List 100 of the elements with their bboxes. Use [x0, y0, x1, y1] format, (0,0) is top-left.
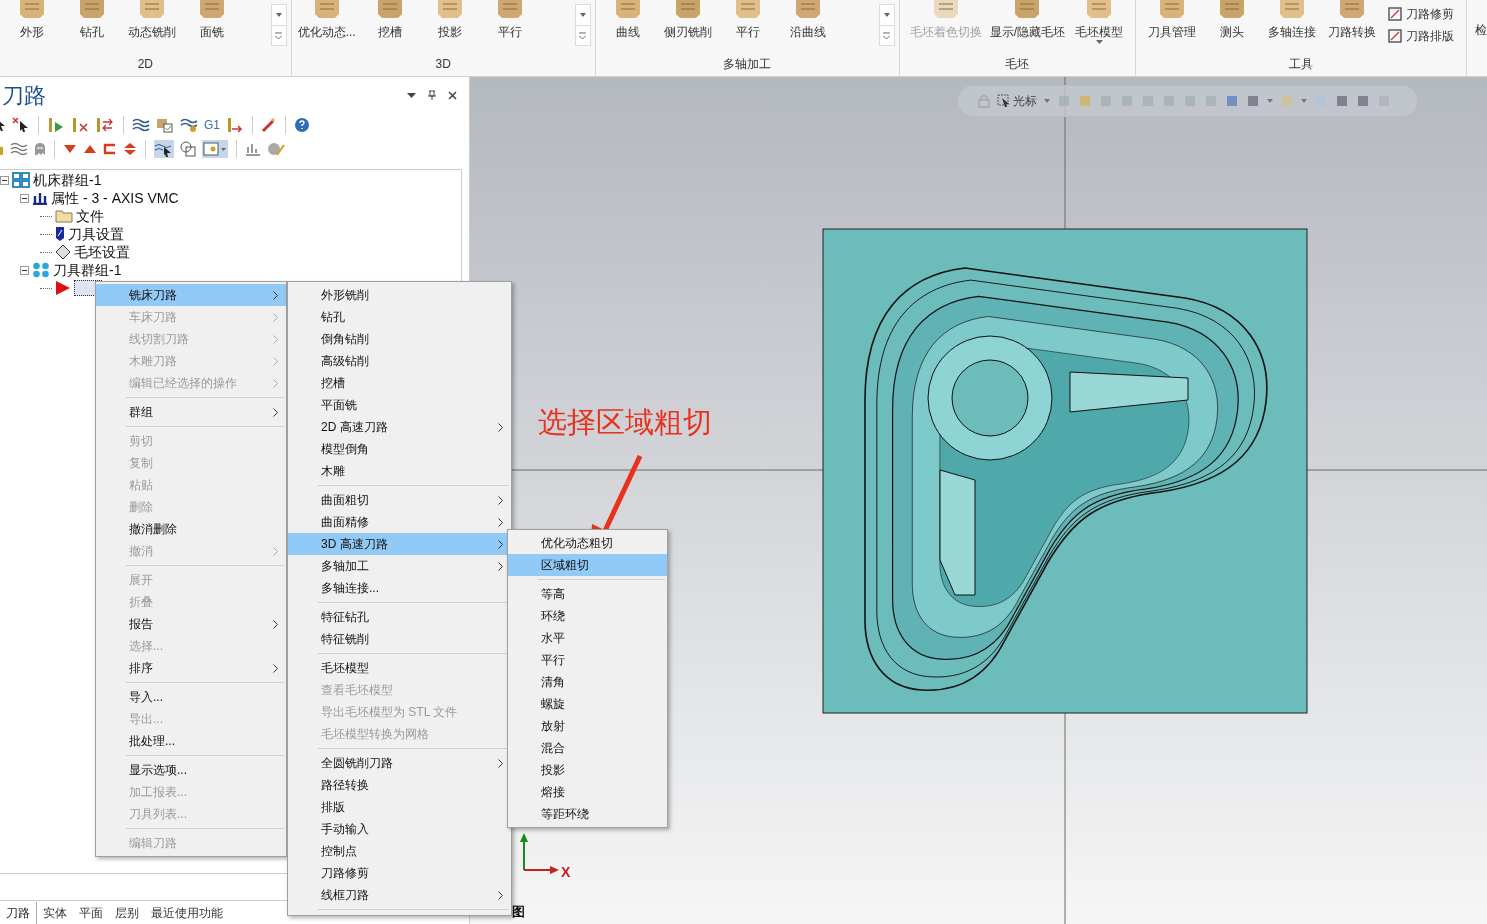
chart-icon[interactable] [245, 141, 261, 157]
pin-icon[interactable] [428, 90, 436, 100]
ribbon-button[interactable]: 多轴连接 [1264, 0, 1320, 48]
menu-item[interactable]: 导入... [96, 686, 286, 708]
menu-item[interactable]: 熔接 [508, 781, 667, 803]
menu-item[interactable]: 清角 [508, 671, 667, 693]
ribbon-button[interactable]: 测头 [1204, 0, 1260, 48]
menu-item[interactable]: 撤消删除 [96, 518, 286, 540]
tool-play-icon[interactable] [47, 117, 65, 133]
menu-item[interactable]: 区域粗切 [508, 554, 667, 576]
menu-item[interactable]: 线框刀路 [288, 884, 511, 906]
menu-item[interactable]: 倒角钻削 [288, 328, 511, 350]
menu-item[interactable]: 等高 [508, 583, 667, 605]
ribbon-button[interactable]: 刀路排版 [1384, 26, 1458, 46]
caret-icon[interactable] [1301, 99, 1307, 103]
menu-item[interactable]: 优化动态粗切 [508, 532, 667, 554]
menu-item[interactable]: 曲面粗切 [288, 489, 511, 511]
wave-lines-icon[interactable] [10, 142, 28, 156]
cursor-mode-button[interactable]: 光标 [997, 92, 1037, 110]
caret-icon[interactable] [1267, 99, 1273, 103]
ghost-icon[interactable] [34, 142, 46, 156]
wave-gear-icon[interactable] [180, 117, 198, 133]
menu-item[interactable]: 螺旋 [508, 693, 667, 715]
block-icon [1217, 0, 1247, 20]
menu-item[interactable]: 挖槽 [288, 372, 511, 394]
ribbon-button[interactable]: 外形 [4, 0, 60, 48]
ribbon-button[interactable]: 刀路修剪 [1384, 4, 1458, 24]
menu-item[interactable]: 投影 [508, 759, 667, 781]
view-tab[interactable]: 图 [512, 902, 525, 922]
menu-item[interactable]: 外形铣削 [288, 284, 511, 306]
menu-item[interactable]: 多轴连接... [288, 577, 511, 599]
collapse-icon[interactable] [0, 175, 9, 185]
menu-item[interactable]: 手动输入 [288, 818, 511, 840]
box-check-icon[interactable] [156, 117, 174, 133]
panel-tab[interactable]: 平面 [73, 902, 109, 924]
panel-tab[interactable]: 层别 [109, 902, 145, 924]
menu-item[interactable]: 平面铣 [288, 394, 511, 416]
menu-item[interactable]: 刀路修剪 [288, 862, 511, 884]
dropdown-icon[interactable] [407, 92, 416, 98]
wave-lines-icon[interactable] [132, 117, 150, 133]
ribbon-button[interactable]: 挖槽 [361, 0, 418, 48]
tool-swap-icon[interactable] [95, 117, 115, 133]
menu-item[interactable]: 铣床刀路 [96, 284, 286, 306]
menu-item[interactable]: 放射 [508, 715, 667, 737]
menu-item[interactable]: 环绕 [508, 605, 667, 627]
tool-x-icon[interactable] [71, 117, 89, 133]
ribbon-button[interactable]: 曲线 [599, 0, 656, 48]
panel-tab[interactable]: 实体 [37, 902, 73, 924]
menu-item[interactable]: 群组 [96, 401, 286, 423]
menu-item[interactable]: 木雕 [288, 460, 511, 482]
menu-item[interactable]: 高级钻削 [288, 350, 511, 372]
menu-item[interactable]: 特征钻孔 [288, 606, 511, 628]
wand-icon[interactable] [261, 117, 277, 133]
menu-item[interactable]: 路径转换 [288, 774, 511, 796]
menu-item[interactable]: 排序 [96, 657, 286, 679]
collapse-icon[interactable] [20, 265, 29, 275]
menu-item[interactable]: 水平 [508, 627, 667, 649]
menu-item[interactable]: 模型倒角 [288, 438, 511, 460]
up-down-icon[interactable] [123, 143, 137, 155]
menu-item[interactable]: 平行 [508, 649, 667, 671]
ribbon-button[interactable]: 动态铣削 [124, 0, 180, 48]
menu-item[interactable]: 特征铣削 [288, 628, 511, 650]
collapse-icon[interactable] [20, 193, 29, 203]
menu-item[interactable]: 钻孔 [288, 306, 511, 328]
ribbon-button[interactable]: 平行 [481, 0, 538, 48]
menu-item[interactable]: 排版 [288, 796, 511, 818]
menu-item[interactable]: 显示选项... [96, 759, 286, 781]
menu-item[interactable]: 报告 [96, 613, 286, 635]
display-options-icon[interactable] [202, 140, 228, 158]
caret-icon[interactable] [1044, 99, 1050, 103]
ribbon-button[interactable]: 优化动态... [295, 0, 358, 48]
ribbon-button[interactable]: 刀具管理 [1144, 0, 1200, 48]
triangle-up-icon[interactable] [83, 143, 97, 155]
ribbon-button[interactable]: 侧刃铣削 [659, 0, 716, 48]
overlap-squares-icon[interactable] [180, 141, 196, 157]
panel-tab[interactable]: 最近使用功能 [145, 902, 229, 924]
ribbon-button[interactable]: 钻孔 [64, 0, 120, 48]
ribbon-button[interactable]: 显示/隐藏毛坯 [987, 0, 1067, 48]
triangle-down-icon[interactable] [63, 143, 77, 155]
sphere-pencil-icon[interactable] [267, 141, 285, 157]
ribbon-button[interactable]: 刀路转换 [1324, 0, 1380, 48]
menu-item[interactable]: 混合 [508, 737, 667, 759]
menu-item[interactable]: 控制点 [288, 840, 511, 862]
cursor-cross-icon[interactable] [12, 117, 30, 133]
menu-item[interactable]: 批处理... [96, 730, 286, 752]
ribbon-button[interactable]: 平行 [719, 0, 776, 48]
close-icon[interactable] [448, 90, 457, 100]
menu-item[interactable]: 2D 高速刀路 [288, 416, 511, 438]
wave-cursor-icon[interactable] [154, 140, 174, 158]
menu-item[interactable]: 毛坯模型 [288, 657, 511, 679]
tool-arrow-icon[interactable] [226, 117, 244, 133]
ribbon-button[interactable]: 检 [1467, 0, 1487, 40]
ribbon-button[interactable]: 投影 [421, 0, 478, 48]
g1-button[interactable]: G1 [204, 116, 220, 134]
ribbon-button[interactable]: 毛坯模型 [1071, 0, 1127, 48]
ribbon-button[interactable]: 沿曲线 [779, 0, 836, 48]
ribbon-button[interactable]: 面铣 [184, 0, 240, 48]
help-icon[interactable] [294, 117, 310, 133]
chevron-right-icon [498, 759, 503, 768]
menu-item[interactable]: 等距环绕 [508, 803, 667, 825]
